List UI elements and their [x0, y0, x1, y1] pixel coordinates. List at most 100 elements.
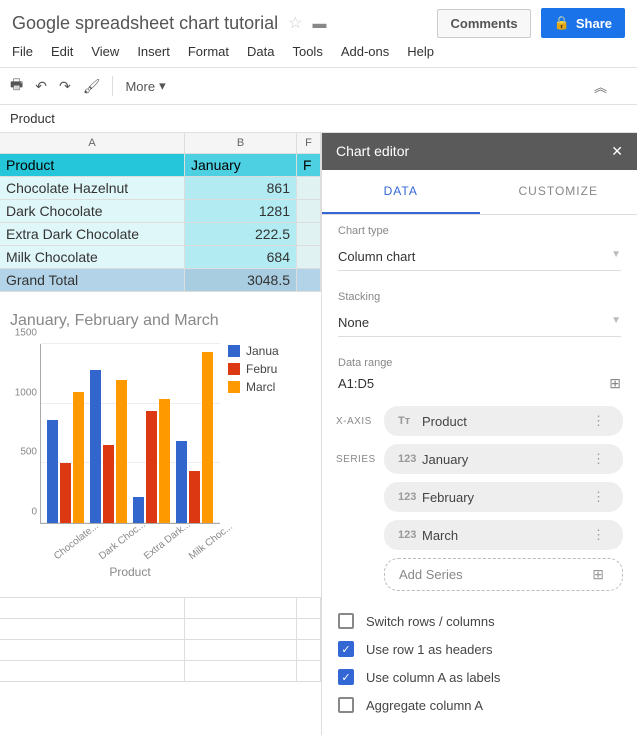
stacking-value: None [338, 315, 369, 330]
stacking-label: Stacking [338, 291, 621, 303]
checkbox[interactable]: ✓ [338, 669, 354, 685]
xaxis-pill[interactable]: Tᴛ Product ⋮ [384, 406, 623, 436]
more-icon[interactable]: ⋮ [592, 489, 609, 505]
more-icon[interactable]: ⋮ [592, 451, 609, 467]
legend-swatch [228, 345, 240, 357]
cell[interactable]: Milk Chocolate [0, 246, 185, 268]
check-row[interactable]: ✓ Use row 1 as headers [338, 641, 621, 657]
bar [73, 392, 84, 523]
cell[interactable] [297, 246, 321, 268]
col-header-c[interactable]: F [297, 133, 321, 153]
checkbox[interactable]: ✓ [338, 641, 354, 657]
print-icon[interactable]: 🖶 [10, 74, 23, 98]
more-icon[interactable]: ⋮ [592, 527, 609, 543]
check-row[interactable]: ✓ Use column A as labels [338, 669, 621, 685]
bar [176, 441, 187, 523]
xaxis-value: Product [422, 414, 467, 429]
legend-label: Febru [246, 362, 277, 376]
series-pill[interactable]: 123 February ⋮ [384, 482, 623, 512]
x-label: Milk Choc... [187, 530, 224, 562]
menu-format[interactable]: Format [188, 44, 229, 59]
cell[interactable]: January [185, 154, 297, 176]
cell[interactable] [297, 177, 321, 199]
legend-item: Marcl [228, 380, 279, 394]
divider [112, 76, 113, 96]
checkbox[interactable] [338, 613, 354, 629]
col-header-b[interactable]: B [185, 133, 297, 153]
menu-view[interactable]: View [91, 44, 119, 59]
legend-label: Marcl [246, 380, 275, 394]
bar-group [133, 344, 171, 523]
x-label: Extra Dark... [142, 530, 179, 562]
cell[interactable]: 222.5 [185, 223, 297, 245]
cell[interactable]: Extra Dark Chocolate [0, 223, 185, 245]
more-icon[interactable]: ⋮ [592, 413, 609, 429]
menu-data[interactable]: Data [247, 44, 274, 59]
check-row[interactable]: Aggregate column A [338, 697, 621, 713]
cell[interactable] [297, 200, 321, 222]
series-pill[interactable]: 123 March ⋮ [384, 520, 623, 550]
menu-tools[interactable]: Tools [292, 44, 322, 59]
menu-edit[interactable]: Edit [51, 44, 73, 59]
bar [159, 399, 170, 523]
checkbox[interactable] [338, 697, 354, 713]
paint-format-icon[interactable]: 🖌 [83, 78, 101, 95]
add-series-button[interactable]: Add Series ⊞ [384, 558, 623, 591]
chart[interactable]: January, February and March 050010001500… [0, 292, 321, 589]
cell[interactable]: Dark Chocolate [0, 200, 185, 222]
series-pill[interactable]: 123 January ⋮ [384, 444, 623, 474]
y-tick: 0 [11, 507, 37, 518]
tab-data[interactable]: DATA [322, 170, 480, 214]
check-label: Use row 1 as headers [366, 642, 492, 657]
cell[interactable]: 684 [185, 246, 297, 268]
bar [90, 370, 101, 523]
star-icon[interactable]: ☆ [288, 13, 302, 33]
cell[interactable]: F [297, 154, 321, 176]
cell[interactable]: 861 [185, 177, 297, 199]
close-icon[interactable]: ✕ [611, 143, 623, 160]
menu-addons[interactable]: Add-ons [341, 44, 389, 59]
check-row[interactable]: Switch rows / columns [338, 613, 621, 629]
y-tick: 1000 [11, 387, 37, 398]
x-axis-title: Product [40, 565, 220, 579]
menu-file[interactable]: File [12, 44, 33, 59]
cell[interactable] [297, 269, 321, 291]
table-row: Milk Chocolate 684 [0, 246, 321, 269]
check-label: Use column A as labels [366, 670, 500, 685]
stacking-select[interactable]: None ▼ [338, 309, 621, 337]
grid-icon[interactable]: ⊞ [609, 375, 621, 392]
doc-title[interactable]: Google spreadsheet chart tutorial [12, 13, 278, 34]
redo-icon[interactable]: ↷ [59, 78, 71, 95]
cell[interactable]: 1281 [185, 200, 297, 222]
cell[interactable]: 3048.5 [185, 269, 297, 291]
folder-icon[interactable]: ▬ [313, 15, 327, 31]
formula-bar[interactable]: Product [0, 105, 637, 133]
bar [146, 411, 157, 523]
cell[interactable]: Grand Total [0, 269, 185, 291]
legend-label: Janua [246, 344, 279, 358]
bar [60, 463, 71, 523]
cell[interactable] [297, 223, 321, 245]
collapse-icon[interactable]: ︽ [594, 77, 627, 96]
cell[interactable]: Chocolate Hazelnut [0, 177, 185, 199]
menu-help[interactable]: Help [407, 44, 434, 59]
menu-insert[interactable]: Insert [137, 44, 170, 59]
chevron-down-icon: ▼ [611, 315, 621, 330]
more-label: More [125, 79, 155, 94]
col-header-a[interactable]: A [0, 133, 185, 153]
share-label: Share [576, 16, 612, 31]
checks: Switch rows / columns ✓ Use row 1 as heade… [322, 603, 637, 735]
plot-area: 050010001500 [40, 344, 220, 524]
more-button[interactable]: More ▾ [125, 78, 165, 94]
x-label: Chocolate... [52, 530, 89, 562]
bar [189, 471, 200, 524]
comments-button[interactable]: Comments [437, 9, 530, 38]
undo-icon[interactable]: ↶ [35, 78, 47, 95]
range-value[interactable]: A1:D5 [338, 376, 374, 391]
cell[interactable]: Product [0, 154, 185, 176]
tab-customize[interactable]: CUSTOMIZE [480, 170, 637, 214]
chart-type-select[interactable]: Column chart ▼ [338, 243, 621, 271]
series-value: January [422, 452, 468, 467]
y-tick: 1500 [11, 328, 37, 339]
share-button[interactable]: 🔒 Share [541, 8, 625, 38]
